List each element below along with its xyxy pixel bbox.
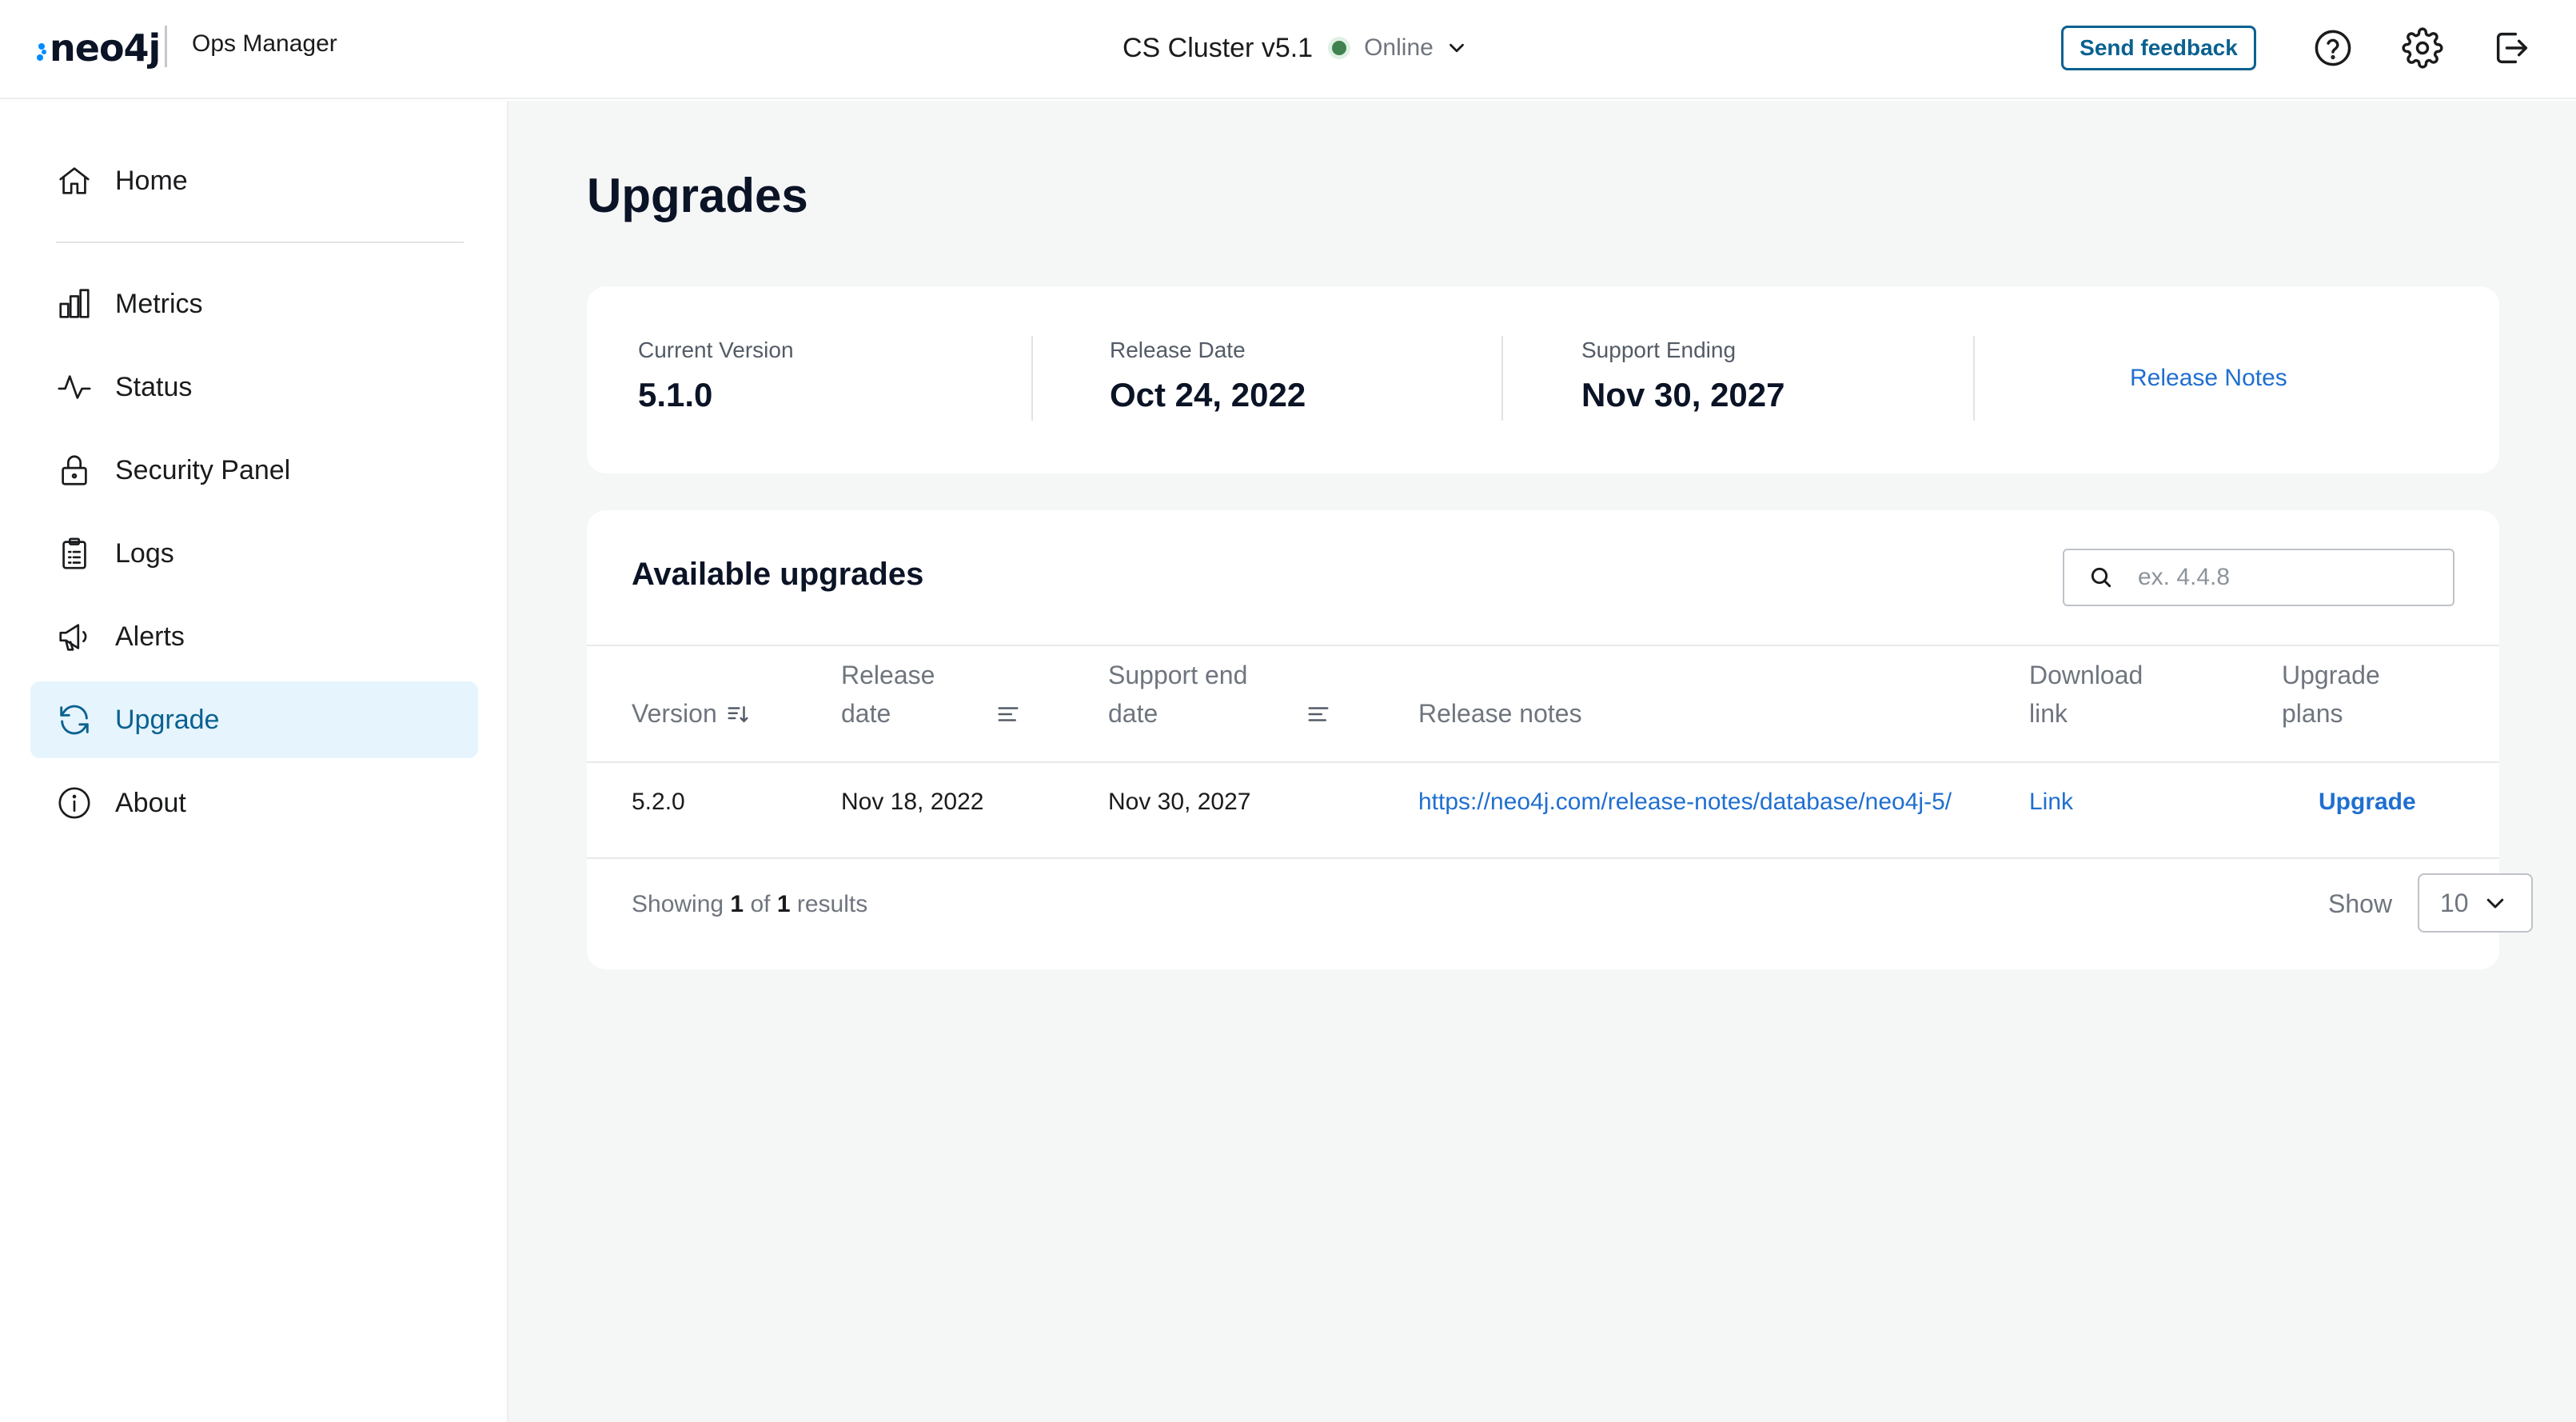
logo-mark-icon	[37, 32, 48, 64]
available-upgrades-card: Available upgrades Version Release date …	[587, 510, 2533, 969]
logout-icon[interactable]	[2491, 27, 2533, 69]
page-size-value: 10	[2440, 888, 2469, 917]
main-content: Upgrades Current Version 5.1.0 Release D…	[508, 101, 2576, 1422]
info-icon	[58, 787, 90, 819]
sidebar-item-label: Home	[115, 165, 188, 196]
table-divider	[587, 645, 2499, 646]
sidebar-item-label: Alerts	[115, 621, 185, 652]
sidebar-item-logs[interactable]: Logs	[30, 515, 478, 592]
sidebar: Home Metrics Status Security Panel Logs …	[0, 101, 508, 1422]
settings-icon[interactable]	[2402, 27, 2443, 69]
logo-text: neo4j	[50, 26, 161, 70]
sidebar-item-label: Metrics	[115, 288, 203, 319]
column-header-download-link: Download link	[2029, 661, 2143, 728]
activity-icon	[58, 375, 91, 399]
page-title: Upgrades	[587, 169, 808, 222]
cluster-status: Online	[1364, 34, 1434, 61]
sidebar-item-upgrade[interactable]: Upgrade	[30, 681, 478, 758]
release-date-block: Release Date Oct 24, 2022	[1110, 338, 1306, 414]
row-release-date: Nov 18, 2022	[841, 789, 984, 815]
cluster-name: CS Cluster v5.1	[1123, 32, 1314, 63]
support-ending-label: Support Ending	[1581, 338, 1737, 362]
sidebar-divider	[56, 242, 464, 243]
sidebar-item-label: About	[115, 787, 186, 818]
upgrades-title: Available upgrades	[632, 557, 924, 592]
current-version-label: Current Version	[638, 338, 794, 362]
sidebar-item-about[interactable]: About	[30, 765, 478, 841]
row-support-end-date: Nov 30, 2027	[1108, 789, 1251, 815]
page-size-select[interactable]: 10	[2418, 873, 2533, 933]
help-icon[interactable]	[2312, 27, 2354, 69]
current-version-card: Current Version 5.1.0 Release Date Oct 2…	[587, 286, 2499, 473]
release-notes-link[interactable]: Release Notes	[2130, 365, 2287, 392]
sidebar-item-security-panel[interactable]: Security Panel	[30, 432, 478, 509]
chevron-down-icon	[1449, 43, 1464, 53]
column-header-release-date[interactable]: Release date	[841, 656, 935, 733]
release-date-label: Release Date	[1110, 338, 1246, 362]
row-version: 5.2.0	[632, 789, 685, 815]
sidebar-item-label: Logs	[115, 537, 174, 569]
send-feedback-button[interactable]: Send feedback	[2061, 26, 2256, 70]
release-date-value: Oct 24, 2022	[1110, 376, 1306, 413]
support-ending-block: Support Ending Nov 30, 2027	[1581, 338, 1785, 414]
column-header-upgrade-plans: Upgrade plans	[2282, 661, 2380, 728]
info-divider	[1501, 336, 1503, 421]
neo4j-logo[interactable]: neo4j	[37, 24, 161, 72]
sidebar-item-home[interactable]: Home	[30, 142, 478, 219]
sidebar-item-label: Status	[115, 371, 193, 402]
row-upgrade-button[interactable]: Upgrade	[2319, 789, 2416, 816]
info-divider	[1973, 336, 1975, 421]
app-name: Ops Manager	[192, 30, 337, 57]
sort-descending-icon[interactable]	[726, 702, 750, 726]
page-size-label: Show	[2328, 889, 2393, 918]
table-divider	[587, 857, 2499, 859]
column-header-version[interactable]: Version	[632, 694, 717, 733]
cluster-selector[interactable]: CS Cluster v5.1 Online	[1123, 29, 1469, 67]
search-input[interactable]	[2138, 564, 2442, 591]
current-version-block: Current Version 5.1.0	[638, 338, 794, 414]
top-bar: neo4j Ops Manager CS Cluster v5.1 Online…	[0, 0, 2576, 99]
search-icon	[2091, 567, 2111, 588]
column-header-support-end-date[interactable]: Support end date	[1108, 656, 1247, 733]
bar-chart-icon	[59, 289, 90, 318]
sidebar-item-alerts[interactable]: Alerts	[30, 598, 478, 675]
megaphone-icon	[59, 624, 87, 651]
sidebar-item-metrics[interactable]: Metrics	[30, 266, 478, 342]
sidebar-item-label: Security Panel	[115, 454, 291, 485]
clipboard-icon	[62, 537, 86, 569]
refresh-icon	[60, 705, 89, 735]
sort-icon[interactable]	[1306, 702, 1330, 726]
support-ending-value: Nov 30, 2027	[1581, 376, 1785, 413]
current-version-value: 5.1.0	[638, 376, 713, 413]
chevron-down-icon	[2486, 898, 2503, 909]
home-icon	[59, 167, 90, 194]
status-dot-icon	[1332, 41, 1347, 55]
lock-icon	[62, 455, 87, 485]
version-search-field[interactable]	[2063, 549, 2454, 606]
sort-icon[interactable]	[996, 702, 1020, 726]
column-header-release-notes: Release notes	[1418, 699, 1582, 728]
info-divider	[1031, 336, 1033, 421]
results-summary: Showing 1 of 1 results	[632, 891, 868, 917]
row-release-notes-link[interactable]: https://neo4j.com/release-notes/database…	[1418, 789, 1952, 816]
table-divider	[587, 761, 2499, 763]
sidebar-item-label: Upgrade	[115, 704, 220, 735]
header-divider	[165, 26, 167, 67]
sidebar-item-status[interactable]: Status	[30, 349, 478, 425]
row-download-link[interactable]: Link	[2029, 789, 2073, 816]
